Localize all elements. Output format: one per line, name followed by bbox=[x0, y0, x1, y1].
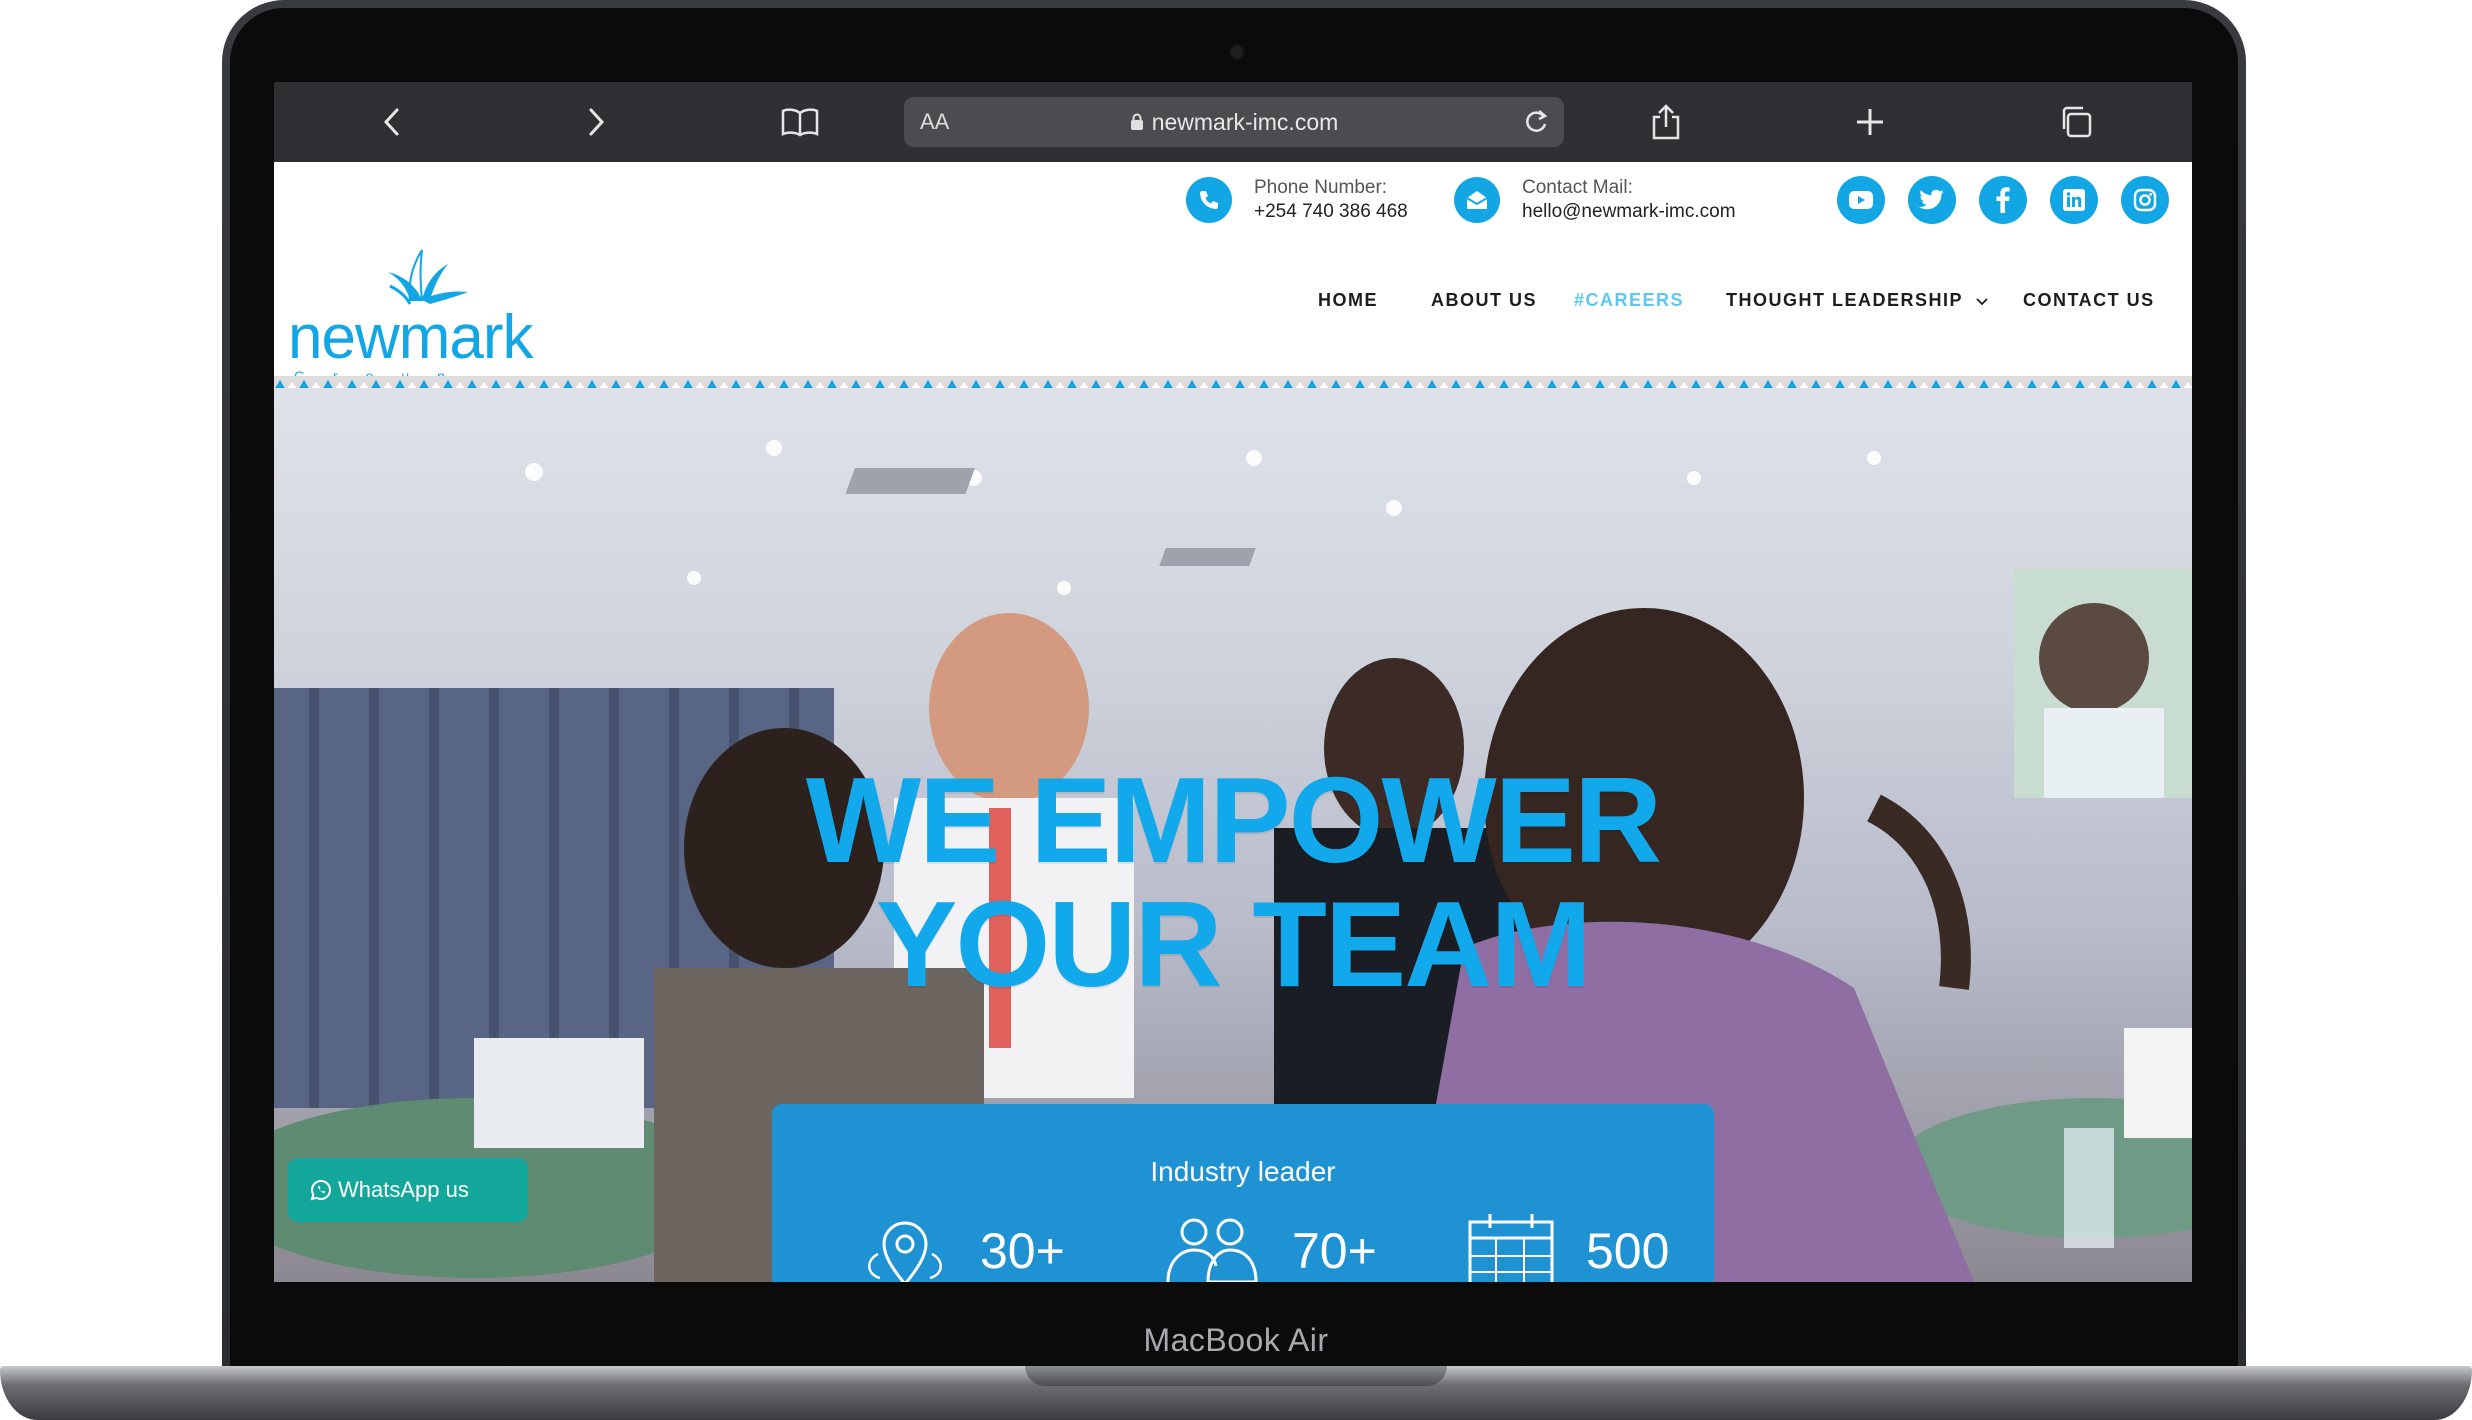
screen: AA newmark-imc.com Phone Number: +254 74… bbox=[274, 82, 2192, 1282]
camera-icon bbox=[1231, 46, 1243, 58]
hero-title: WE EMPOWER YOUR TEAM bbox=[274, 758, 2192, 1006]
instagram-icon[interactable] bbox=[2121, 176, 2169, 224]
stat-value: 500 bbox=[1586, 1223, 1670, 1279]
facebook-icon[interactable] bbox=[1979, 176, 2027, 224]
reload-icon[interactable] bbox=[1520, 105, 1552, 142]
new-tab-icon[interactable] bbox=[1848, 100, 1892, 144]
nav-about[interactable]: ABOUT US bbox=[1431, 290, 1537, 311]
phone-icon bbox=[1186, 177, 1232, 223]
mail-label: Contact Mail: bbox=[1522, 177, 1633, 198]
back-icon[interactable] bbox=[370, 100, 414, 144]
stat-item: 30+ bbox=[860, 1214, 1065, 1282]
stat-item: 70+ bbox=[1162, 1214, 1377, 1282]
hero-line-1: WE EMPOWER bbox=[805, 752, 1662, 888]
linkedin-icon[interactable] bbox=[2050, 176, 2098, 224]
logo-wordmark: newmark bbox=[288, 303, 534, 372]
hero-line-2: YOUR TEAM bbox=[876, 876, 1592, 1012]
tabs-icon[interactable] bbox=[2054, 100, 2098, 144]
stats-panel: Industry leader 30+ 70+ 500 bbox=[772, 1104, 1714, 1282]
stats-title: Industry leader bbox=[1150, 1156, 1336, 1187]
url-bar[interactable]: AA newmark-imc.com bbox=[904, 97, 1564, 147]
bookmarks-icon[interactable] bbox=[778, 100, 822, 144]
calendar-icon bbox=[1468, 1214, 1554, 1282]
device-label: MacBook Air bbox=[1143, 1322, 1329, 1358]
phone-value[interactable]: +254 740 386 468 bbox=[1254, 200, 1408, 224]
chevron-down-icon bbox=[1975, 291, 1989, 312]
nav-careers[interactable]: #CAREERS bbox=[1574, 290, 1684, 311]
brand-logo[interactable]: newmark Group Ltd bbox=[288, 242, 578, 400]
phone-contact[interactable]: Phone Number: +254 740 386 468 bbox=[1186, 176, 1408, 224]
twitter-icon[interactable] bbox=[1908, 176, 1956, 224]
mail-contact[interactable]: Contact Mail: hello@newmark-imc.com bbox=[1454, 176, 1736, 224]
forward-icon[interactable] bbox=[574, 100, 618, 144]
nav-thought-label: THOUGHT LEADERSHIP bbox=[1726, 290, 1963, 310]
browser-toolbar: AA newmark-imc.com bbox=[274, 82, 2192, 162]
stat-value: 70+ bbox=[1292, 1223, 1377, 1279]
stat-item: 500 bbox=[1466, 1214, 1669, 1282]
whatsapp-button[interactable]: WhatsApp us bbox=[288, 1158, 528, 1222]
url-text: newmark-imc.com bbox=[1151, 109, 1339, 135]
whatsapp-label: WhatsApp us bbox=[338, 1177, 469, 1202]
nav-home[interactable]: HOME bbox=[1318, 290, 1378, 311]
youtube-icon[interactable] bbox=[1837, 176, 1885, 224]
whatsapp-icon bbox=[310, 1179, 332, 1201]
nav-thought-leadership[interactable]: THOUGHT LEADERSHIP bbox=[1726, 290, 1989, 312]
mail-icon bbox=[1454, 177, 1500, 223]
stat-value: 30+ bbox=[980, 1223, 1065, 1279]
hero-section: WE EMPOWER YOUR TEAM Industry leader 30+ bbox=[274, 388, 2192, 1282]
mail-value[interactable]: hello@newmark-imc.com bbox=[1522, 200, 1736, 224]
location-icon bbox=[868, 1221, 942, 1282]
laptop-notch bbox=[1025, 1366, 1447, 1386]
website: Phone Number: +254 740 386 468 Contact M… bbox=[274, 162, 2192, 1282]
share-icon[interactable] bbox=[1644, 100, 1688, 144]
nav-contact[interactable]: CONTACT US bbox=[2023, 290, 2155, 311]
lock-icon bbox=[1130, 110, 1144, 137]
phone-label: Phone Number: bbox=[1254, 177, 1388, 198]
people-icon bbox=[1166, 1218, 1258, 1282]
